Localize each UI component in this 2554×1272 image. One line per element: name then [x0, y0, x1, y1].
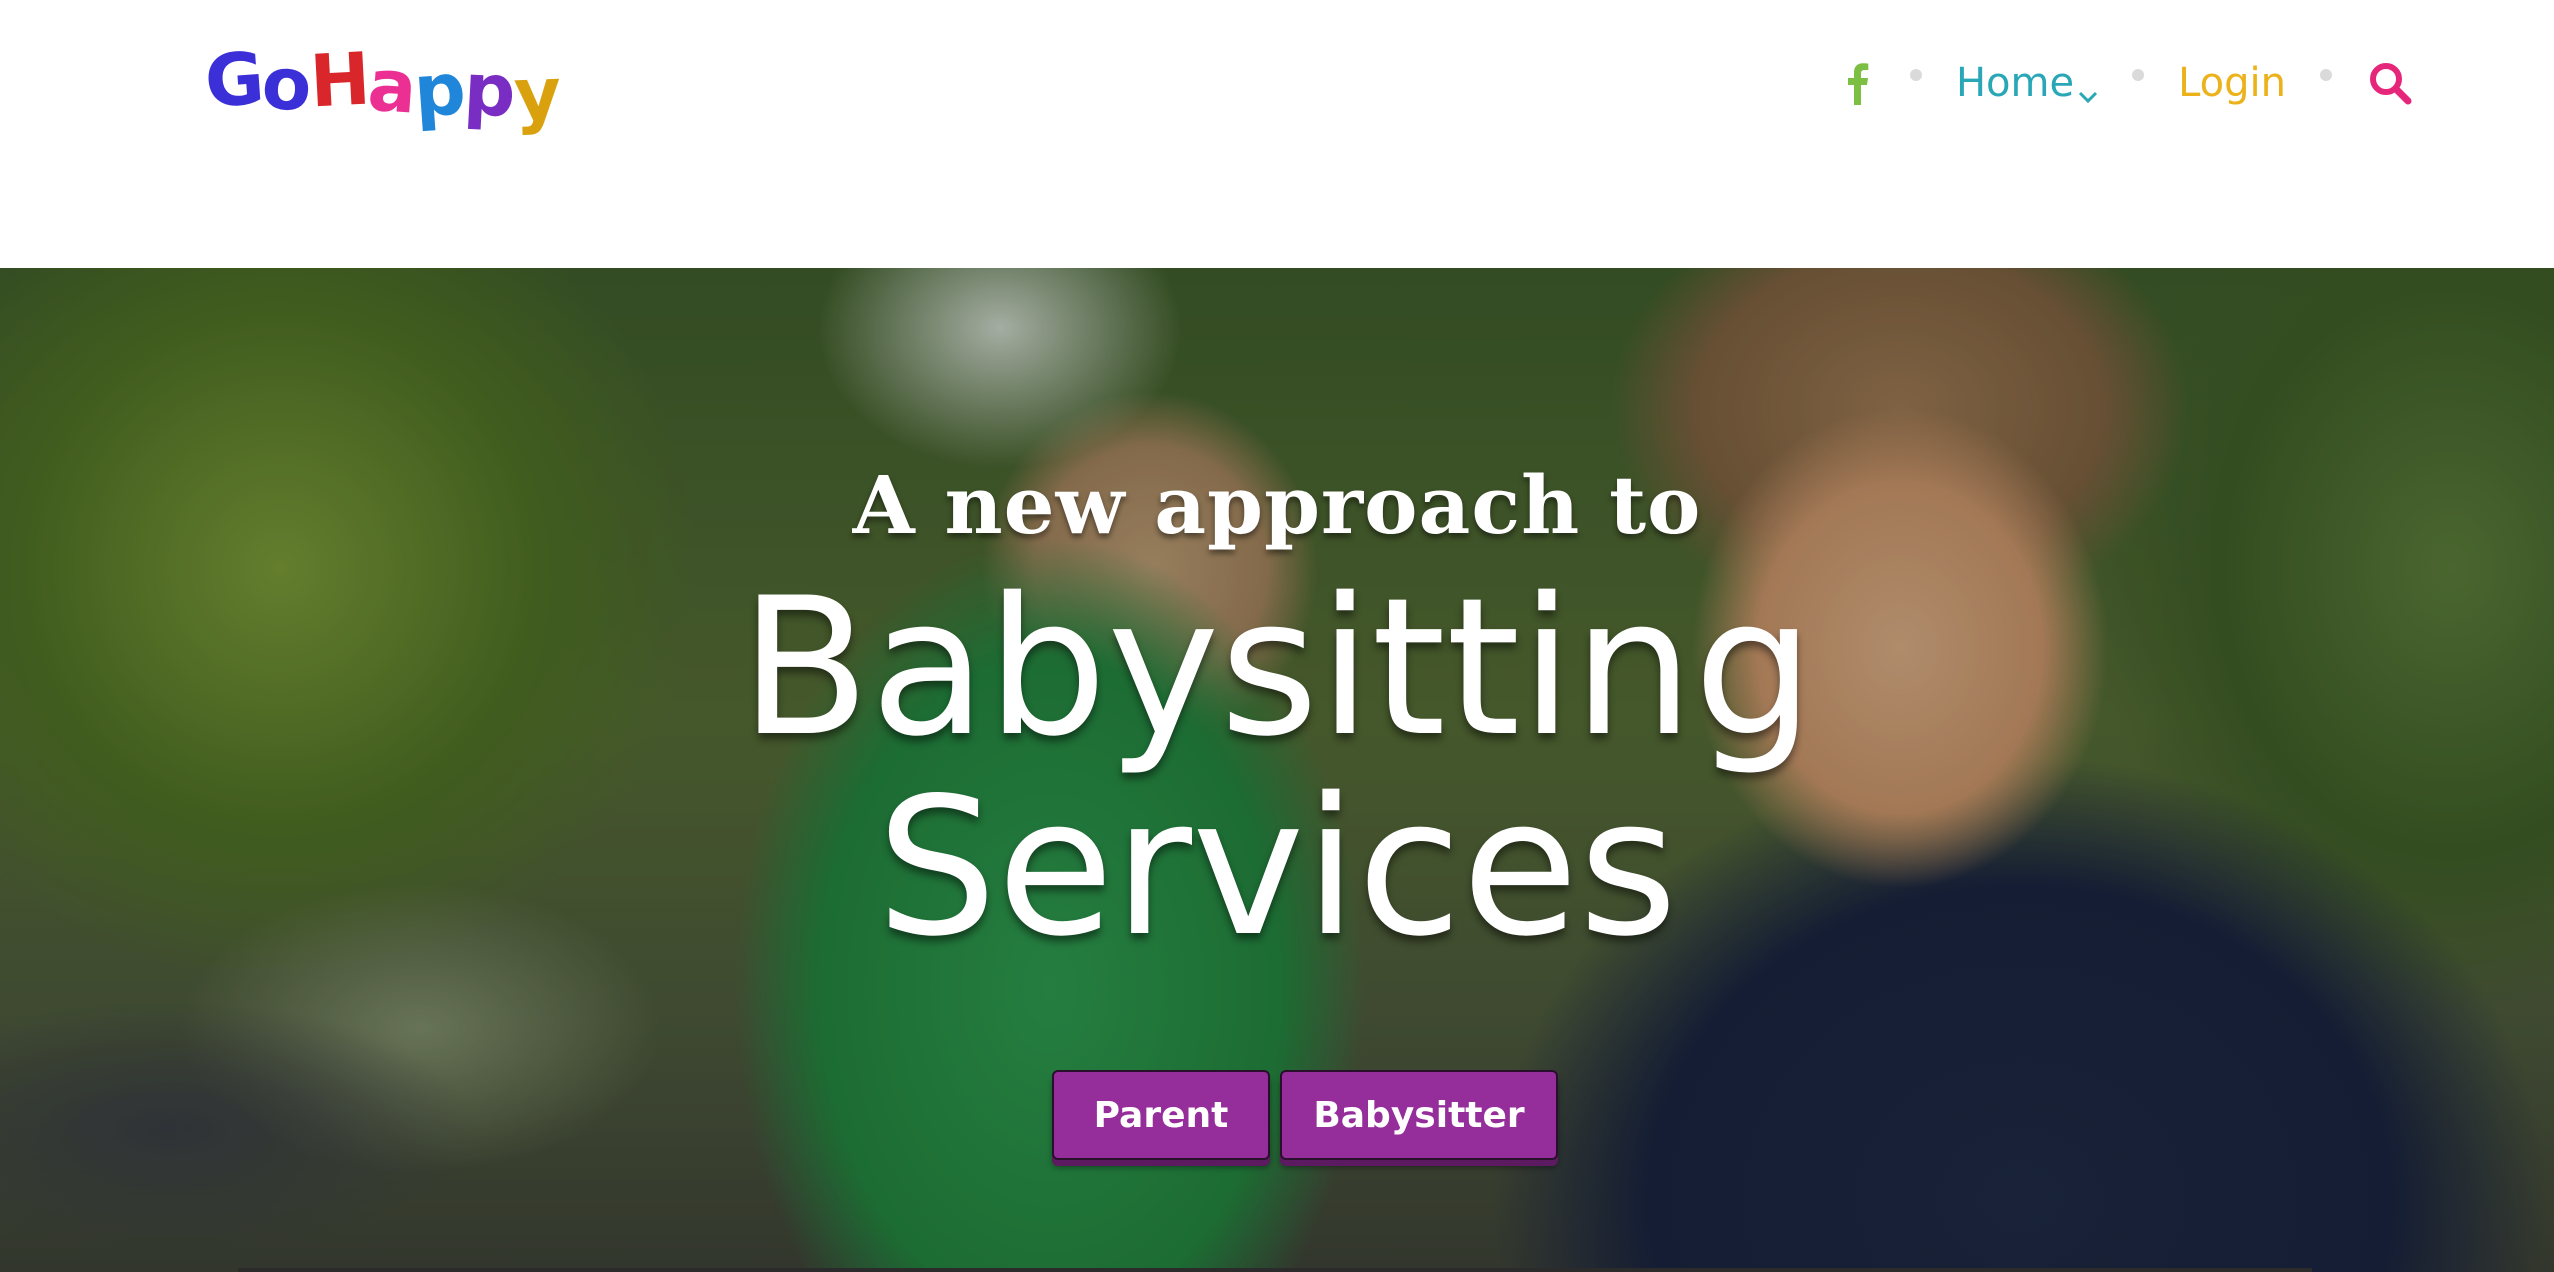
nav-separator	[1909, 69, 1922, 81]
hero-headline-line2: Services	[876, 757, 1678, 978]
hero-tagline: A new approach to	[852, 458, 1702, 552]
hero-cta-group: Parent Babysitter	[1052, 1070, 1558, 1160]
nav-separator	[2132, 69, 2145, 81]
nav-home[interactable]: Home	[1956, 60, 2098, 106]
nav-home-label: Home	[1955, 60, 2075, 106]
parent-button[interactable]: Parent	[1052, 1070, 1270, 1160]
facebook-link[interactable]	[1840, 53, 1876, 113]
logo-letter: y	[512, 51, 560, 137]
babysitter-button[interactable]: Babysitter	[1280, 1070, 1558, 1160]
nav-separator	[2320, 69, 2332, 81]
hero-banner: A new approach to Babysitting Services P…	[0, 268, 2554, 1272]
chevron-down-icon	[2079, 91, 2098, 104]
hero-headline-line1: Babysitting	[739, 557, 1815, 778]
site-header: GoHappy Home Login	[0, 0, 2554, 268]
hero-headline: Babysitting Services	[0, 568, 2554, 968]
logo-letter: a	[364, 42, 418, 130]
gohappy-logo[interactable]: GoHappy	[202, 30, 560, 137]
nav-login[interactable]: Login	[2178, 60, 2286, 106]
logo-letter: p	[411, 46, 467, 134]
search-button[interactable]	[2366, 59, 2414, 107]
facebook-icon	[1847, 63, 1869, 105]
search-icon	[2370, 63, 2412, 105]
main-nav: Home Login	[1840, 38, 2414, 128]
hero-bottom-divider	[238, 1268, 2312, 1272]
logo-letter: H	[307, 36, 371, 124]
logo-letter: p	[461, 46, 516, 134]
logo-letter: G	[202, 36, 265, 124]
logo-letter: o	[259, 40, 312, 128]
